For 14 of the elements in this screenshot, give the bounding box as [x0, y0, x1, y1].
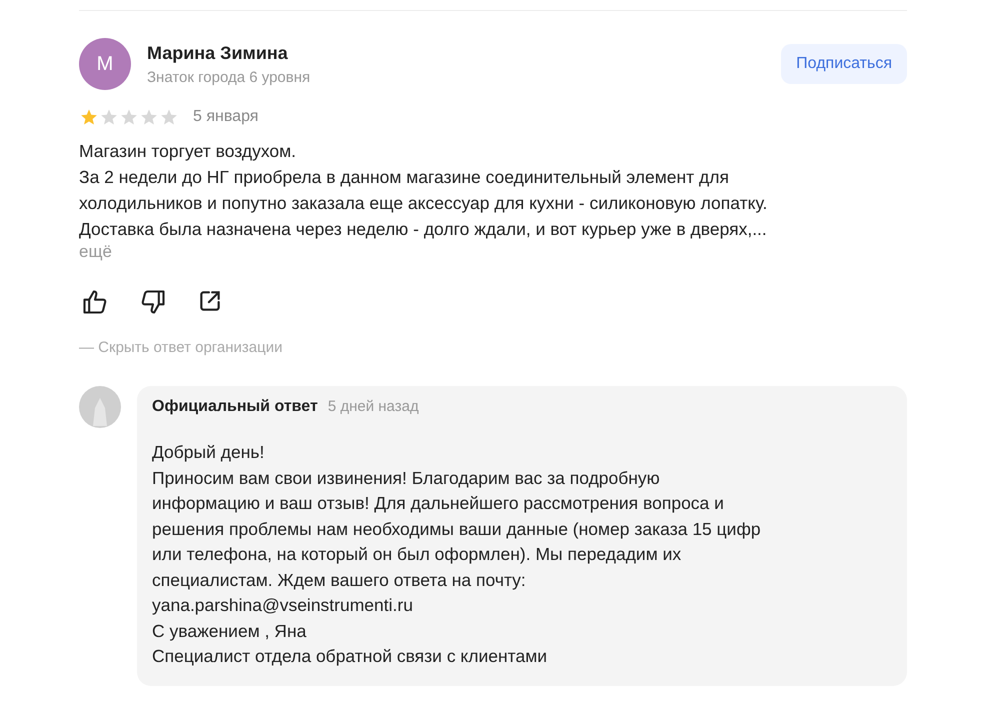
review-text: Магазин торгует воздухом. За 2 недели до НГ приобрела в данном магазине соединительный элемент для холодильников и попутно заказала еще аксессуар для кухни - силиконовую лопатку. Доставка была назначена через неделю - долго ждали, и вот курьер уже в дверях,...	[79, 140, 768, 241]
reply-time: 5 дней назад	[328, 398, 419, 415]
more-link[interactable]: ещё	[79, 242, 112, 262]
reply-text: Добрый день! Приносим вам свои извинения! Благодарим вас за подробную информацию и ваш отзыв! Для дальнейшего рассмотрения вопроса и решения проблемы нам необходимы ваши данные (номер заказа 15 цифр или телефона, на который он был оформлен). Мы передадим их специалистам. Ждем вашего ответа на почту: yana.parshina@vseinstrumenti.ru С уважением , Яна Специалист отдела обратной связи с клиентами	[152, 441, 762, 668]
author-name[interactable]: Марина Зимина	[147, 42, 766, 64]
thumbs-down-icon[interactable]	[139, 288, 167, 316]
subscribe-button[interactable]: Подписаться	[781, 44, 907, 84]
user-avatar[interactable]: М	[79, 38, 131, 90]
reply-title: Официальный ответ	[152, 398, 318, 416]
organization-avatar	[79, 386, 121, 428]
author-level: Знаток города 6 уровня	[147, 68, 312, 86]
hide-reply-link[interactable]: — Скрыть ответ организации	[79, 339, 907, 356]
review-date: 5 января	[193, 108, 258, 126]
thumbs-up-icon[interactable]	[81, 288, 109, 316]
